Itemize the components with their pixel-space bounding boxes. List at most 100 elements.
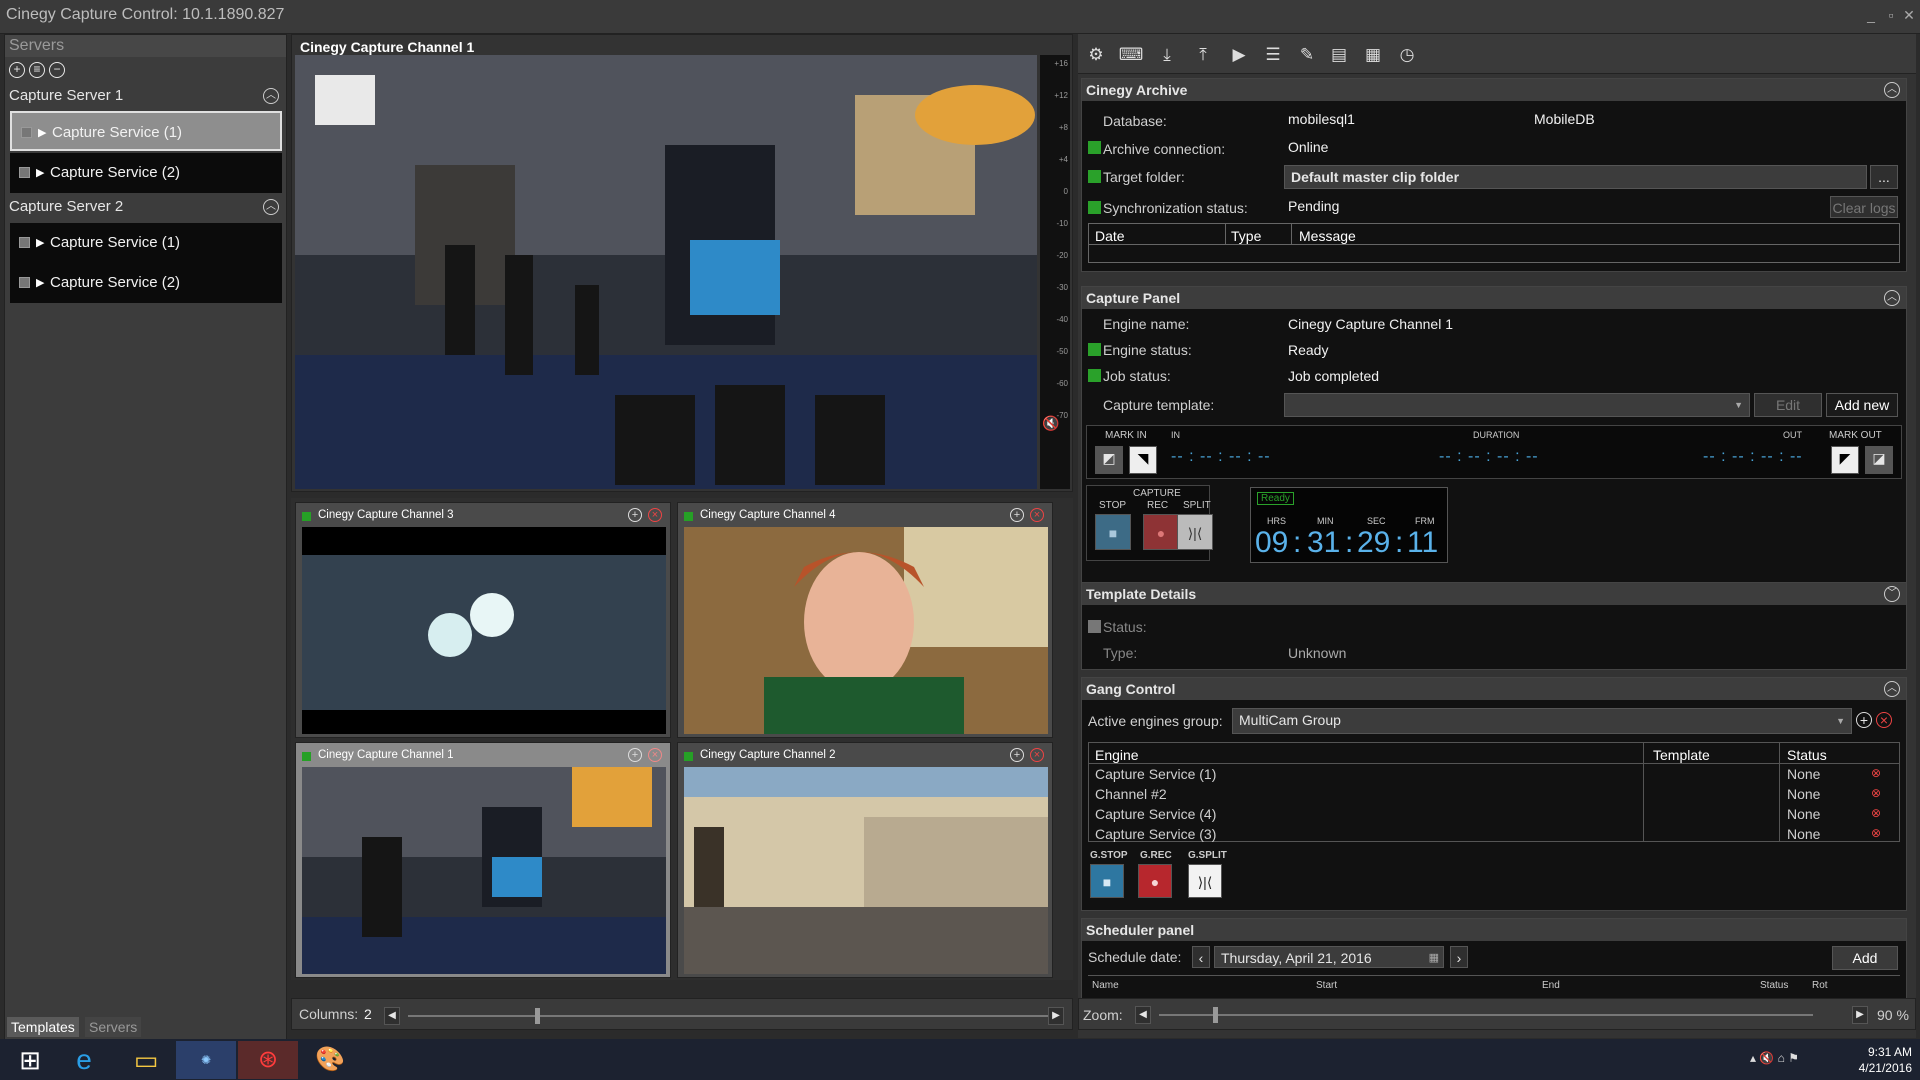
group-dropdown[interactable]: MultiCam Group ▼ [1232, 708, 1852, 734]
mute-icon[interactable]: 🔇 [1042, 415, 1059, 432]
download-icon[interactable]: ⤓ [1154, 42, 1180, 68]
collapse-icon[interactable]: ︿ [1884, 290, 1900, 306]
table-row[interactable]: Capture Service (4) None ⊗ [1089, 805, 1899, 824]
checkbox-icon[interactable] [19, 237, 30, 248]
expand-icon[interactable]: ﹀ [1884, 586, 1900, 602]
col-type[interactable]: Type [1231, 228, 1261, 244]
play-icon[interactable]: ▶ [1226, 42, 1252, 68]
remove-group-icon[interactable]: × [1876, 712, 1892, 728]
clear-logs-button[interactable]: Clear logs [1830, 196, 1898, 218]
checkbox-icon[interactable] [19, 167, 30, 178]
close-button[interactable]: ✕ [1900, 6, 1918, 24]
table-row[interactable]: Channel #2 None ⊗ [1089, 785, 1899, 804]
stop-button[interactable]: ■ [1095, 514, 1131, 550]
database-icon[interactable]: ☰ [1260, 42, 1286, 68]
channel-tile[interactable]: Cinegy Capture Channel 3 + × [295, 502, 671, 738]
gang-record-button[interactable]: ● [1138, 864, 1172, 898]
tab-templates[interactable]: Templates [7, 1017, 79, 1037]
service-item[interactable]: ▶ Capture Service (2) [10, 153, 282, 193]
file-explorer-icon[interactable]: ▭ [116, 1041, 176, 1079]
collapse-icon[interactable]: ︿ [1884, 82, 1900, 98]
keyboard-icon[interactable]: ⌨ [1118, 42, 1144, 68]
col-rot[interactable]: Rot [1812, 980, 1828, 991]
service-item[interactable]: ▶ Capture Service (1) [10, 223, 282, 263]
expand-arrow-icon[interactable]: ▶ [36, 153, 44, 193]
zoom-thumb[interactable] [1213, 1007, 1218, 1023]
service-item[interactable]: ▶ Capture Service (2) [10, 263, 282, 303]
mark-in-clear-button[interactable]: ◩ [1095, 446, 1123, 474]
remove-row-icon[interactable]: ⊗ [1871, 786, 1881, 800]
add-schedule-button[interactable]: Add [1832, 946, 1898, 970]
settings-icon[interactable]: ⚙ [1083, 42, 1109, 68]
columns-increase-button[interactable]: ▶ [1048, 1007, 1064, 1025]
collapse-icon[interactable]: ︿ [263, 88, 279, 104]
add-group-icon[interactable]: + [1856, 712, 1872, 728]
checkbox-icon[interactable] [21, 127, 32, 138]
minimize-button[interactable]: _ [1862, 6, 1880, 24]
col-status[interactable]: Status [1787, 747, 1827, 763]
upload-icon[interactable]: ⤒ [1190, 42, 1216, 68]
col-end[interactable]: End [1542, 980, 1560, 991]
channel-tile[interactable]: Cinegy Capture Channel 4 + × [677, 502, 1053, 738]
channel-tile[interactable]: Cinegy Capture Channel 2 + × [677, 742, 1053, 978]
col-date[interactable]: Date [1095, 228, 1125, 244]
air-app-icon[interactable]: ✺ [176, 1041, 236, 1079]
expand-arrow-icon[interactable]: ▶ [36, 263, 44, 303]
list-icon[interactable]: ≡ [29, 62, 45, 78]
remove-server-icon[interactable]: − [49, 62, 65, 78]
add-icon[interactable]: + [628, 508, 642, 522]
list-icon[interactable]: ▤ [1326, 42, 1352, 68]
clock-icon[interactable]: ◷ [1394, 42, 1420, 68]
service-item[interactable]: ▶ Capture Service (1) [10, 111, 282, 151]
close-icon[interactable]: × [1030, 508, 1044, 522]
schedule-date-field[interactable]: Thursday, April 21, 2016 ▦ [1214, 946, 1444, 968]
add-server-icon[interactable]: + [9, 62, 25, 78]
expand-arrow-icon[interactable]: ▶ [36, 223, 44, 263]
table-row[interactable]: Capture Service (1) None ⊗ [1089, 765, 1899, 784]
col-status[interactable]: Status [1760, 980, 1788, 991]
close-icon[interactable]: × [1030, 748, 1044, 762]
grid-icon[interactable]: ▦ [1360, 42, 1386, 68]
col-name[interactable]: Name [1092, 980, 1119, 991]
remove-row-icon[interactable]: ⊗ [1871, 806, 1881, 820]
template-dropdown[interactable]: ▼ [1284, 393, 1750, 417]
server-group-1[interactable]: Capture Server 1 [5, 82, 286, 110]
mark-out-clear-button[interactable]: ◪ [1865, 446, 1893, 474]
expand-arrow-icon[interactable]: ▶ [38, 113, 46, 153]
close-icon[interactable]: × [648, 748, 662, 762]
col-template[interactable]: Template [1653, 747, 1710, 763]
table-row[interactable]: Capture Service (3) None ⊗ [1089, 825, 1899, 844]
next-date-button[interactable]: › [1450, 946, 1468, 968]
tools-icon[interactable]: ✎ [1294, 42, 1320, 68]
checkbox-icon[interactable] [19, 277, 30, 288]
record-button[interactable]: ● [1143, 514, 1179, 550]
clock-date[interactable]: 4/21/2016 [1846, 1061, 1912, 1075]
split-button[interactable]: ⟩|⟨ [1177, 514, 1213, 550]
col-start[interactable]: Start [1316, 980, 1337, 991]
capture-app-icon[interactable]: ⊛ [238, 1041, 298, 1079]
add-icon[interactable]: + [628, 748, 642, 762]
col-message[interactable]: Message [1299, 228, 1356, 244]
gang-stop-button[interactable]: ■ [1090, 864, 1124, 898]
mark-out-button[interactable]: ◤ [1831, 446, 1859, 474]
mark-in-button[interactable]: ◥ [1129, 446, 1157, 474]
columns-decrease-button[interactable]: ◀ [384, 1007, 400, 1025]
internet-explorer-icon[interactable]: e [54, 1041, 114, 1079]
add-icon[interactable]: + [1010, 508, 1024, 522]
target-folder-field[interactable]: Default master clip folder [1284, 165, 1867, 189]
add-new-button[interactable]: Add new [1826, 393, 1898, 417]
channel-tile[interactable]: Cinegy Capture Channel 1 + × [295, 742, 671, 978]
maximize-button[interactable]: ▫ [1882, 6, 1900, 24]
zoom-out-button[interactable]: ◀ [1135, 1006, 1151, 1024]
clock-time[interactable]: 9:31 AM [1856, 1045, 1912, 1059]
collapse-icon[interactable]: ︿ [263, 199, 279, 215]
remove-row-icon[interactable]: ⊗ [1871, 826, 1881, 840]
paint-app-icon[interactable]: 🎨 [300, 1041, 360, 1079]
collapse-icon[interactable]: ︿ [1884, 681, 1900, 697]
zoom-in-button[interactable]: ▶ [1852, 1006, 1868, 1024]
tray-icons[interactable]: ▴ 🔇 ⌂ ⚑ [1750, 1051, 1799, 1065]
remove-row-icon[interactable]: ⊗ [1871, 766, 1881, 780]
server-group-2[interactable]: Capture Server 2 [5, 193, 286, 221]
browse-button[interactable]: ... [1870, 165, 1898, 189]
slider-thumb[interactable] [535, 1008, 540, 1024]
